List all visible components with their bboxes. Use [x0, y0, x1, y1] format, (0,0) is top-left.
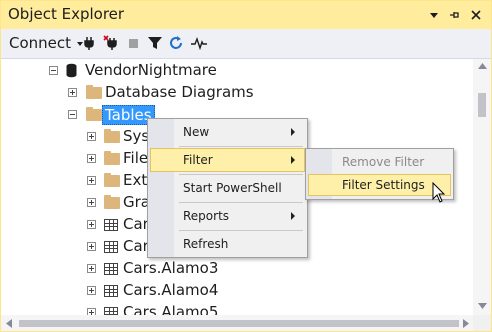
pin-icon[interactable]	[447, 8, 461, 22]
horizontal-scrollbar[interactable]	[1, 315, 473, 331]
scroll-up-icon[interactable]	[478, 63, 487, 69]
table-icon	[104, 219, 118, 231]
scroll-down-icon[interactable]	[478, 303, 487, 309]
menu-item-label: Remove Filter	[342, 155, 425, 169]
submenu-arrow-icon	[291, 156, 295, 164]
connect-plug-icon[interactable]	[81, 35, 97, 51]
folder-icon	[104, 173, 120, 187]
vertical-scrollbar[interactable]	[473, 59, 491, 315]
tree-item-label: Cars.Alamo3	[123, 259, 219, 277]
table-icon	[104, 241, 118, 253]
expand-toggle[interactable]	[87, 242, 96, 251]
table-icon	[104, 307, 118, 315]
expand-toggle[interactable]	[87, 308, 96, 315]
folder-icon	[86, 107, 102, 121]
tree-item-label: VendorNightmare	[85, 61, 217, 79]
scrollbar-corner	[473, 315, 491, 331]
tree-item-database[interactable]: VendorNightmare	[1, 60, 473, 82]
table-icon	[104, 263, 118, 275]
database-icon	[66, 63, 77, 78]
menu-item-remove-filter: Remove Filter	[308, 151, 451, 173]
vertical-scroll-thumb[interactable]	[478, 93, 486, 117]
folder-icon	[104, 151, 120, 165]
menu-item-label: Start PowerShell	[183, 181, 282, 195]
title-bar: Object Explorer	[1, 1, 491, 29]
menu-separator	[179, 174, 303, 175]
tree-item-table[interactable]: Cars.Alamo4	[1, 280, 473, 302]
collapse-toggle[interactable]	[49, 66, 58, 75]
menu-item-new[interactable]: New	[150, 120, 305, 144]
toolbar: Connect	[1, 29, 491, 59]
close-icon[interactable]	[469, 8, 483, 22]
connect-label: Connect	[9, 34, 72, 52]
expand-toggle[interactable]	[87, 286, 96, 295]
menu-item-refresh[interactable]: Refresh	[150, 232, 305, 256]
tree-item-label: Cars.Alamo4	[123, 281, 219, 299]
menu-separator	[179, 146, 303, 147]
mouse-pointer-icon	[432, 182, 446, 203]
menu-item-filter-settings[interactable]: Filter Settings	[308, 174, 451, 196]
menu-item-filter[interactable]: Filter	[150, 148, 305, 172]
menu-item-label: Reports	[183, 209, 230, 223]
menu-separator	[179, 202, 303, 203]
submenu-arrow-icon	[291, 212, 295, 220]
tree-item-table[interactable]: Cars.Alamo3	[1, 258, 473, 280]
disconnect-icon[interactable]	[103, 35, 119, 51]
expand-toggle[interactable]	[87, 154, 96, 163]
folder-icon	[104, 129, 120, 143]
activity-monitor-icon[interactable]	[191, 35, 207, 51]
expand-toggle[interactable]	[87, 220, 96, 229]
window-title: Object Explorer	[8, 5, 125, 23]
expand-toggle[interactable]	[87, 264, 96, 273]
expand-toggle[interactable]	[87, 198, 96, 207]
collapse-toggle[interactable]	[68, 110, 77, 119]
scroll-right-icon[interactable]	[463, 319, 469, 328]
folder-icon	[86, 85, 102, 99]
folder-icon	[104, 195, 120, 209]
menu-item-start-powershell[interactable]: Start PowerShell	[150, 176, 305, 200]
menu-item-label: Filter	[183, 153, 213, 167]
stop-icon[interactable]	[126, 35, 142, 51]
expand-toggle[interactable]	[68, 88, 77, 97]
connect-button[interactable]: Connect	[9, 34, 84, 52]
expand-toggle[interactable]	[87, 176, 96, 185]
menu-item-label: Filter Settings	[342, 178, 425, 192]
tree-item-table[interactable]: Cars.Alamo5	[1, 302, 473, 315]
tree-item-label: Cars.Alamo5	[123, 303, 219, 315]
horizontal-scroll-thumb[interactable]	[19, 320, 459, 327]
dropdown-arrow-icon[interactable]	[427, 8, 441, 22]
menu-item-label: Refresh	[183, 237, 229, 251]
submenu-arrow-icon	[291, 128, 295, 136]
tree-item-database-diagrams[interactable]: Database Diagrams	[1, 82, 473, 104]
refresh-icon[interactable]	[168, 35, 184, 51]
menu-separator	[179, 230, 303, 231]
expand-toggle[interactable]	[87, 132, 96, 141]
context-menu: New Filter Start PowerShell Reports Refr…	[147, 118, 308, 258]
scroll-left-icon[interactable]	[6, 319, 12, 328]
filter-icon[interactable]	[147, 35, 163, 51]
menu-item-label: New	[183, 125, 210, 139]
table-icon	[104, 285, 118, 297]
tree-item-label: Database Diagrams	[105, 83, 254, 101]
menu-item-reports[interactable]: Reports	[150, 204, 305, 228]
